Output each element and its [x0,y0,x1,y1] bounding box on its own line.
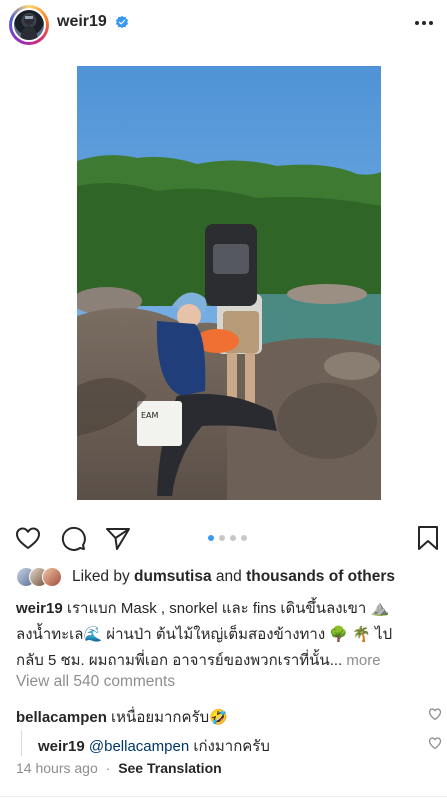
reply-row: weir19 @bellacampen เก่งมากครับ [38,734,270,758]
bookmark-outline-icon[interactable] [414,524,442,552]
comment-text: เหนื่อยมากครับ🤣 [111,709,228,726]
beach-hike-photo: EAM [77,66,381,500]
liker-avatars [16,566,68,588]
svg-text:EAM: EAM [141,411,159,420]
carousel-dot [230,535,236,541]
caption-more-link[interactable]: more [346,652,380,669]
reply-text: เก่งมากครับ [193,738,270,755]
carousel-dot [241,535,247,541]
comment-row: bellacampen เหนื่อยมากครับ🤣 [16,705,228,729]
view-all-comments[interactable]: View all 540 comments [16,673,175,691]
caption-line-3: กลับ 5 ชม. ผมถามพี่เอก อาจารย์ของพวกเราท… [16,648,441,674]
reply-thread-line [21,730,22,756]
comment-username[interactable]: bellacampen [16,709,107,726]
caption-username[interactable]: weir19 [16,600,63,617]
carousel-dot [219,535,225,541]
liker-avatar [42,567,62,587]
see-translation-link[interactable]: See Translation [118,760,221,776]
reply-username[interactable]: weir19 [38,738,85,755]
paper-plane-icon[interactable] [104,524,132,552]
reply-mention[interactable]: @bellacampen [89,738,189,755]
avatar-border [12,8,46,42]
story-ring[interactable] [9,5,49,45]
more-horizontal-icon[interactable] [413,12,435,34]
caption-line-2: ลงน้ำทะเล🌊 ผ่านป่า ต้นไม้ใหญ่เต็มสองข้าง… [16,626,393,643]
avatar[interactable] [14,10,44,40]
carousel-dot-active [208,535,214,541]
post-username[interactable]: weir19 [57,13,107,31]
likes-others[interactable]: thousands of others [246,568,395,585]
heart-outline-icon[interactable] [14,524,42,552]
likes-conj: and [215,568,242,585]
post-photo[interactable]: EAM [77,66,381,500]
caption-text-1: เราแบก Mask , snorkel และ fins เดินขึ้นล… [66,600,390,617]
avatar-figure-icon [20,15,38,40]
verified-badge-icon [115,15,129,29]
likes-row[interactable]: Liked by dumsutisa and thousands of othe… [16,566,446,588]
comment-like-heart-icon[interactable] [428,707,442,721]
caption-line-1: weir19 เราแบก Mask , snorkel และ fins เด… [16,596,441,622]
reply-like-heart-icon[interactable] [428,736,442,750]
likes-prefix: Liked by [72,568,130,585]
likes-text: Liked by dumsutisa and thousands of othe… [72,568,395,586]
post-timestamp: 14 hours ago [16,760,98,776]
caption: weir19 เราแบก Mask , snorkel และ fins เด… [16,596,441,674]
comment-bubble-icon[interactable] [59,524,87,552]
liker-username[interactable]: dumsutisa [134,568,212,585]
post-footer: 14 hours ago · See Translation [16,760,222,776]
caption-text-3: กลับ 5 ชม. ผมถามพี่เอก อาจารย์ของพวกเราท… [16,652,343,669]
divider [0,796,447,797]
post-header: weir19 [0,0,447,52]
footer-separator: · [105,760,111,776]
carousel-indicator [208,535,248,543]
